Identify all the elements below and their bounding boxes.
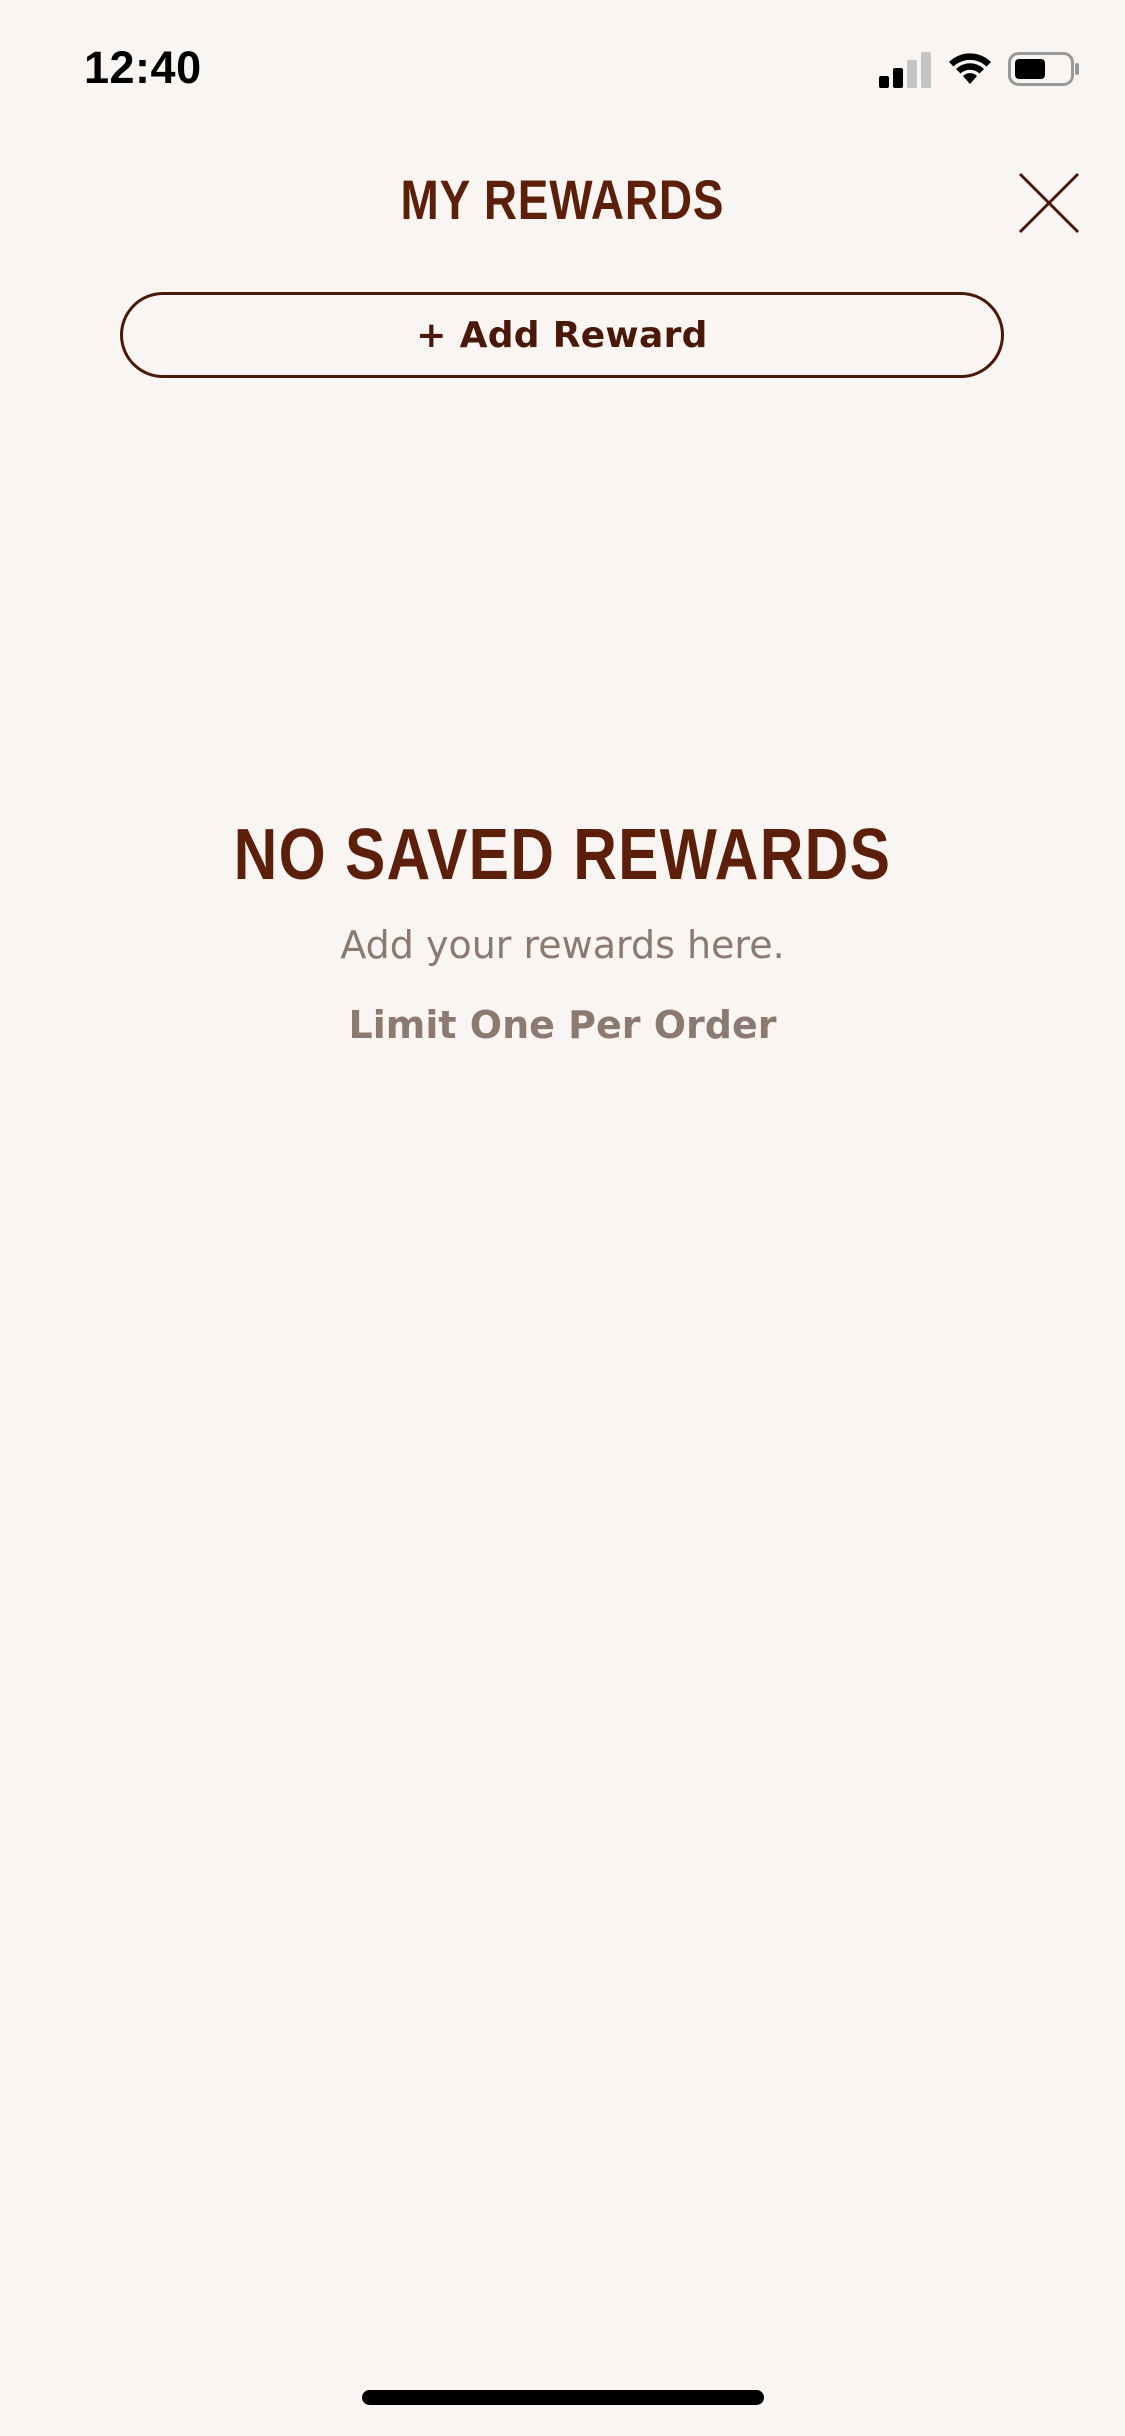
add-reward-button[interactable]: + Add Reward: [120, 292, 1004, 378]
empty-state-title: NO SAVED REWARDS: [233, 815, 892, 895]
page-title: MY REWARDS: [400, 168, 725, 231]
close-icon: [1018, 172, 1080, 234]
home-indicator[interactable]: [362, 2390, 764, 2405]
status-time: 12:40: [84, 42, 202, 93]
wifi-icon: [949, 53, 991, 84]
add-reward-label: + Add Reward: [416, 314, 708, 356]
empty-state-subtitle: Add your rewards here.: [340, 923, 785, 967]
battery-icon: [1008, 52, 1079, 86]
limit-note: Limit One Per Order: [348, 1003, 777, 1047]
cellular-signal-icon: [879, 52, 931, 88]
close-button[interactable]: [1014, 168, 1084, 238]
